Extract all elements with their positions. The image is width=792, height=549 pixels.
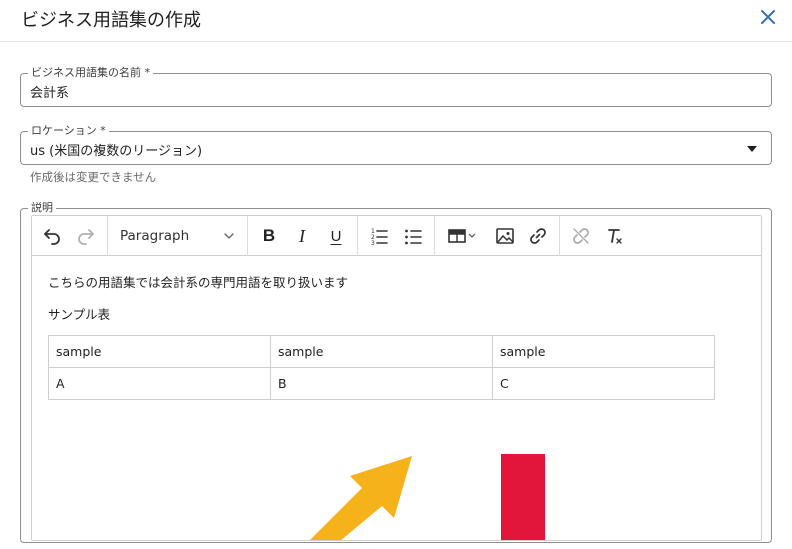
dropdown-arrow-icon[interactable]	[747, 146, 757, 152]
numbered-list-button[interactable]: 1 2 3	[365, 222, 393, 250]
location-selected-value[interactable]: us (米国の複数のリージョン)	[30, 140, 202, 159]
rich-text-editor[interactable]: Paragraph B I U 1 2 3 こちらの用語集では会計系の専門用語を…	[31, 215, 762, 541]
location-helper-text: 作成後は変更できません	[30, 170, 157, 184]
numbered-list-icon: 1 2 3	[371, 228, 388, 246]
insert-image-button[interactable]	[491, 222, 519, 250]
close-icon	[761, 10, 775, 24]
image-icon	[496, 228, 514, 244]
editor-paragraph: サンプル表	[48, 307, 111, 322]
table-icon	[448, 229, 466, 243]
table-cell[interactable]: sample	[48, 335, 271, 368]
table-row: sample sample sample	[48, 335, 715, 368]
glossary-name-field[interactable]: ビジネス用語集の名前 * 会計系	[20, 66, 772, 107]
clear-formatting-button[interactable]	[601, 222, 629, 250]
dialog-header: ビジネス用語集の作成	[0, 0, 792, 42]
undo-icon	[44, 229, 60, 245]
table-cell[interactable]: B	[270, 367, 493, 400]
toolbar-divider	[247, 216, 248, 256]
dialog-title: ビジネス用語集の作成	[21, 10, 201, 31]
toolbar-divider	[357, 216, 358, 256]
editor-content[interactable]: こちらの用語集では会計系の専門用語を取り扱います サンプル表 sample sa…	[32, 256, 761, 540]
insert-link-button[interactable]	[524, 222, 552, 250]
redo-icon	[78, 229, 94, 245]
location-select[interactable]: ロケーション * us (米国の複数のリージョン)	[20, 124, 772, 165]
glossary-name-input[interactable]: 会計系	[30, 82, 69, 101]
undo-button[interactable]	[38, 222, 66, 250]
editor-toolbar: Paragraph B I U 1 2 3	[32, 216, 761, 256]
italic-button[interactable]: I	[288, 222, 316, 250]
insert-table-button[interactable]	[442, 222, 482, 250]
clear-format-icon	[608, 229, 622, 244]
arrow-shape	[310, 456, 412, 540]
editor-paragraph: こちらの用語集では会計系の専門用語を取り扱います	[48, 275, 349, 290]
embedded-illustration	[310, 454, 545, 540]
bulleted-list-button[interactable]	[399, 222, 427, 250]
paragraph-style-select[interactable]: Paragraph	[114, 222, 244, 250]
unlink-icon	[573, 228, 589, 244]
paragraph-style-label: Paragraph	[120, 228, 190, 244]
close-button[interactable]	[756, 5, 780, 29]
bar-shape	[501, 454, 545, 540]
table-cell[interactable]: sample	[270, 335, 493, 368]
description-label: 説明	[28, 201, 56, 215]
glossary-name-label: ビジネス用語集の名前 *	[28, 66, 153, 80]
table-cell[interactable]: sample	[492, 335, 715, 368]
bulleted-list-icon	[405, 229, 422, 245]
sample-table: sample sample sample A B C	[48, 335, 715, 400]
underline-icon: U	[330, 227, 342, 245]
italic-icon: I	[299, 225, 305, 246]
redo-button[interactable]	[72, 222, 100, 250]
unlink-button[interactable]	[567, 222, 595, 250]
toolbar-divider	[107, 216, 108, 256]
bold-icon: B	[262, 226, 276, 245]
table-cell[interactable]: A	[48, 367, 271, 400]
table-row: A B C	[48, 367, 715, 400]
link-icon	[530, 228, 546, 244]
underline-button[interactable]: U	[322, 222, 350, 250]
bold-button[interactable]: B	[255, 222, 283, 250]
chevron-down-icon	[224, 233, 234, 239]
toolbar-divider	[559, 216, 560, 256]
toolbar-divider	[434, 216, 435, 256]
svg-text:3: 3	[371, 240, 375, 246]
location-label: ロケーション *	[28, 124, 109, 138]
chevron-down-icon	[468, 233, 476, 238]
table-cell[interactable]: C	[492, 367, 715, 400]
